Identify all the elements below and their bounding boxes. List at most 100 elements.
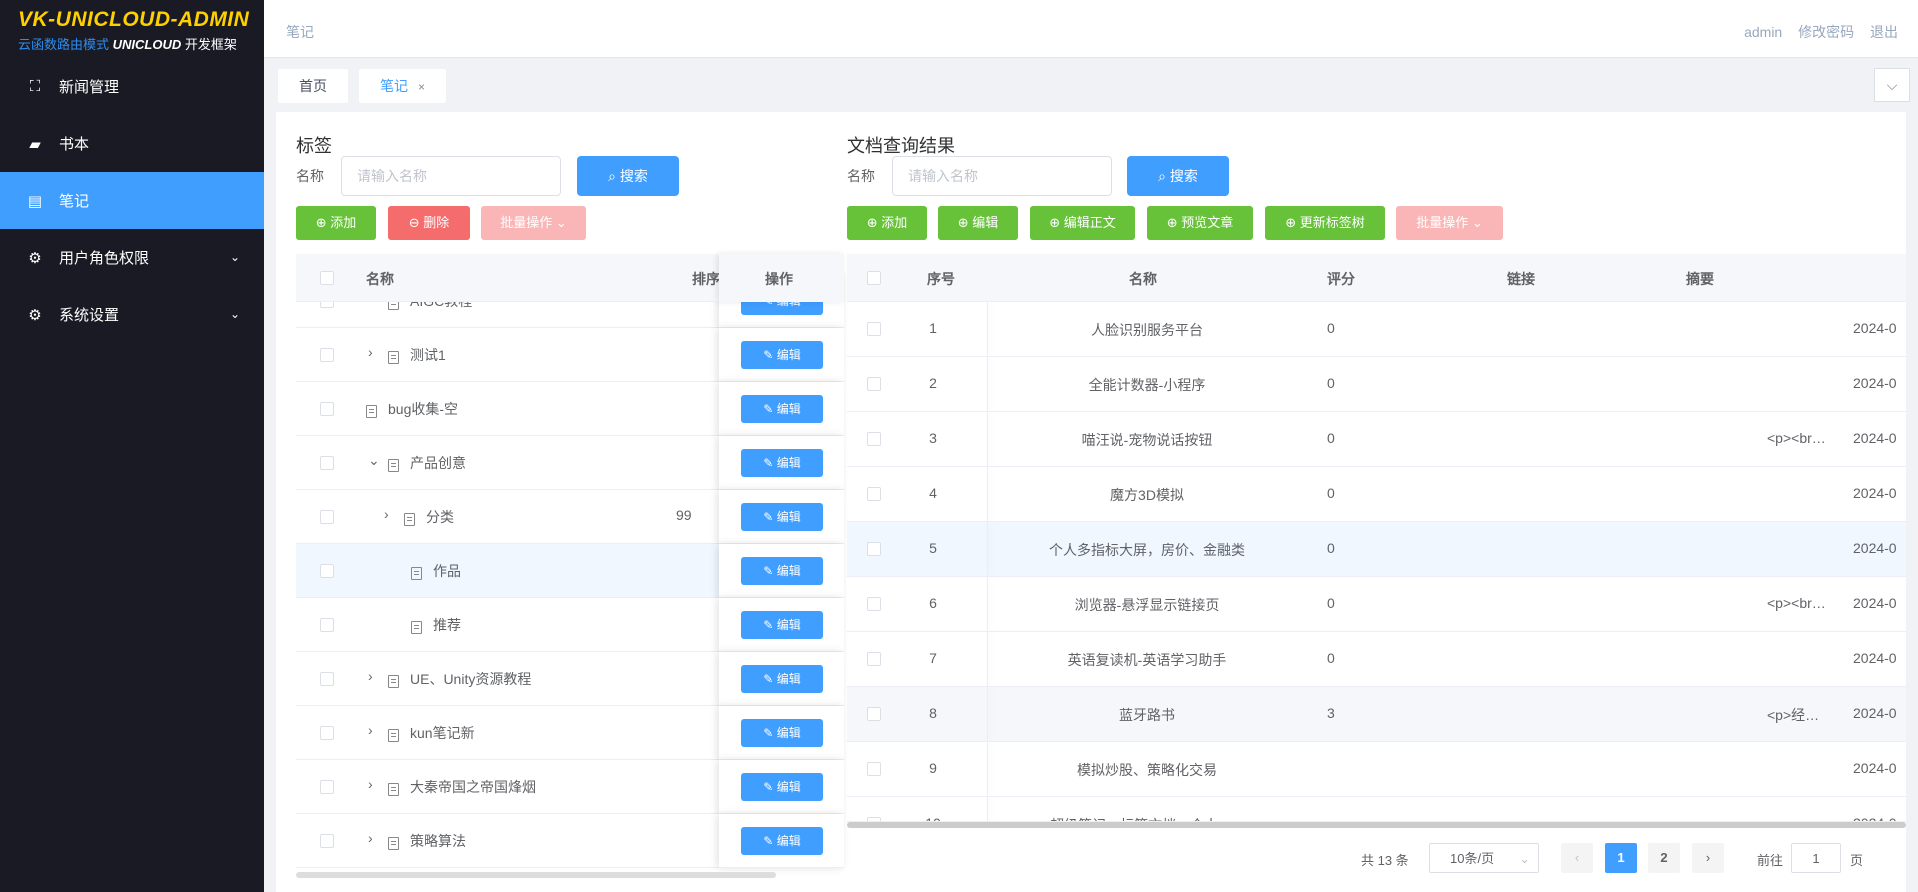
tag-name: 分类: [426, 509, 454, 525]
tab-home[interactable]: 首页: [278, 69, 348, 103]
page-1-button[interactable]: 1: [1605, 843, 1637, 873]
table-row[interactable]: 3 喵汪说-宠物说话按钮 0 <p><br… 2024-0: [847, 412, 1906, 467]
doc-name: 超级笔记，标签文档，个人cms: [1019, 815, 1275, 821]
doc-date: 2024-0: [1853, 595, 1897, 611]
row-checkbox[interactable]: [320, 834, 334, 848]
row-checkbox[interactable]: [320, 618, 334, 632]
row-number: 8: [929, 705, 937, 721]
doc-add-button[interactable]: ⊕ 添加: [847, 206, 927, 240]
sidebar-item-3[interactable]: ⚙ 用户角色权限 ⌄: [0, 229, 264, 286]
row-checkbox[interactable]: [320, 510, 334, 524]
gear-icon: ⚙: [28, 306, 42, 324]
tag-table-scrollbar[interactable]: [296, 872, 776, 878]
expand-arrow-icon[interactable]: ›: [384, 506, 389, 522]
doc-edit-button[interactable]: ⊕ 编辑: [938, 206, 1018, 240]
row-checkbox[interactable]: [320, 726, 334, 740]
page-2-button[interactable]: 2: [1648, 843, 1680, 873]
doc-table-scrollbar[interactable]: [847, 822, 1906, 828]
doc-search-button[interactable]: ⌕ 搜索: [1127, 156, 1229, 196]
table-row[interactable]: 10超级笔记，标签文档，个人cms 2024-0: [847, 797, 1906, 822]
edit-button[interactable]: ✎ 编辑: [741, 665, 823, 693]
expand-arrow-icon[interactable]: ›: [368, 830, 373, 846]
table-row[interactable]: › 策略算法: [296, 814, 719, 868]
tag-add-button[interactable]: ⊕ 添加: [296, 206, 376, 240]
expand-arrow-icon[interactable]: ›: [368, 722, 373, 738]
table-row[interactable]: 8 蓝牙路书 3 <p>经… 2024-0: [847, 687, 1906, 742]
table-row[interactable]: 4 魔方3D模拟 0 2024-0: [847, 467, 1906, 522]
sidebar-item-1[interactable]: ▰ 书本: [0, 115, 264, 172]
table-row[interactable]: 推荐: [296, 598, 719, 652]
table-row[interactable]: 1 人脸识别服务平台 0 2024-0: [847, 302, 1906, 357]
doc-score: 0: [1327, 320, 1335, 336]
chevron-down-icon[interactable]: ⌵: [1874, 68, 1910, 102]
row-checkbox[interactable]: [320, 672, 334, 686]
table-row[interactable]: ⌄ 产品创意: [296, 436, 719, 490]
select-all-checkbox[interactable]: [867, 271, 881, 285]
document-icon: [388, 836, 399, 850]
page-unit-label: 页: [1850, 853, 1864, 868]
expand-arrow-icon[interactable]: ⌄: [368, 452, 380, 469]
table-row[interactable]: 7 英语复读机-英语学习助手 0 2024-0: [847, 632, 1906, 687]
sidebar-item-label: 笔记: [59, 193, 90, 210]
edit-button[interactable]: ✎ 编辑: [741, 773, 823, 801]
doc-batch-button[interactable]: 批量操作 ⌄: [1396, 206, 1503, 240]
sidebar-item-0[interactable]: ⛶ 新闻管理: [0, 58, 264, 115]
next-page-button[interactable]: ›: [1692, 843, 1724, 873]
edit-button[interactable]: ✎ 编辑: [741, 827, 823, 855]
fixed-divider: [987, 412, 988, 466]
edit-button[interactable]: ✎ 编辑: [741, 503, 823, 531]
doc-date: 2024-0: [1853, 815, 1897, 821]
row-checkbox[interactable]: [320, 564, 334, 578]
update-tag-tree-button[interactable]: ⊕ 更新标签树: [1265, 206, 1385, 240]
row-checkbox[interactable]: [320, 348, 334, 362]
expand-arrow-icon[interactable]: ›: [368, 344, 373, 360]
table-row[interactable]: › UE、Unity资源教程: [296, 652, 719, 706]
doc-search-input[interactable]: 请输入名称: [892, 156, 1112, 196]
fixed-divider: [987, 742, 988, 796]
expand-arrow-icon[interactable]: ›: [368, 776, 373, 792]
table-row[interactable]: 6 浏览器-悬浮显示链接页 0 <p><br… 2024-0: [847, 577, 1906, 632]
table-row[interactable]: 作品: [296, 544, 719, 598]
row-checkbox[interactable]: [320, 780, 334, 794]
table-row[interactable]: › 分类 99: [296, 490, 719, 544]
top-header: 笔记 admin 修改密码 退出: [264, 0, 1918, 58]
row-checkbox[interactable]: [320, 456, 334, 470]
edit-button[interactable]: ✎ 编辑: [741, 611, 823, 639]
tag-search-button[interactable]: ⌕ 搜索: [577, 156, 679, 196]
edit-button[interactable]: ✎ 编辑: [741, 341, 823, 369]
pencil-icon: ✎: [763, 618, 777, 632]
table-row[interactable]: 2 全能计数器-小程序 0 2024-0: [847, 357, 1906, 412]
table-row[interactable]: › 测试1: [296, 328, 719, 382]
row-checkbox[interactable]: [320, 402, 334, 416]
edit-button[interactable]: ✎ 编辑: [741, 395, 823, 423]
goto-page-input[interactable]: 1: [1791, 843, 1841, 873]
expand-arrow-icon[interactable]: ›: [368, 668, 373, 684]
select-all-checkbox[interactable]: [320, 271, 334, 285]
tag-search-input[interactable]: 请输入名称: [341, 156, 561, 196]
edit-button[interactable]: ✎ 编辑: [741, 449, 823, 477]
prev-page-button[interactable]: ‹: [1561, 843, 1593, 873]
tab-notes[interactable]: 笔记 ×: [359, 69, 447, 103]
edit-button[interactable]: ✎ 编辑: [741, 557, 823, 585]
sidebar-item-4[interactable]: ⚙ 系统设置 ⌄: [0, 286, 264, 343]
table-row[interactable]: 9 模拟炒股、策略化交易 2024-0: [847, 742, 1906, 797]
tag-delete-button[interactable]: ⊖ 删除: [388, 206, 470, 240]
table-row[interactable]: › 大秦帝国之帝国烽烟: [296, 760, 719, 814]
pencil-icon: ✎: [763, 672, 777, 686]
gear-icon: ⚙: [28, 249, 42, 267]
table-row[interactable]: 5 个人多指标大屏，房价、金融类 0 2024-0: [847, 522, 1906, 577]
close-icon[interactable]: ×: [418, 80, 425, 94]
logout-link[interactable]: 退出: [1870, 24, 1898, 40]
page-size-select[interactable]: 10条/页 ⌄: [1429, 843, 1539, 873]
table-row[interactable]: bug收集-空: [296, 382, 719, 436]
doc-name: 喵汪说-宠物说话按钮: [1081, 432, 1213, 448]
sidebar-item-2[interactable]: ▤ 笔记: [0, 172, 264, 229]
edit-button[interactable]: ✎ 编辑: [741, 719, 823, 747]
tag-batch-button[interactable]: 批量操作 ⌄: [481, 206, 586, 240]
change-password-link[interactable]: 修改密码: [1798, 24, 1854, 40]
doc-preview-button[interactable]: ⊕ 预览文章: [1147, 206, 1253, 240]
table-row[interactable]: › kun笔记新: [296, 706, 719, 760]
user-name[interactable]: admin: [1744, 24, 1782, 40]
doc-edit-body-button[interactable]: ⊕ 编辑正文: [1030, 206, 1135, 240]
row-number: 10: [847, 815, 1019, 821]
